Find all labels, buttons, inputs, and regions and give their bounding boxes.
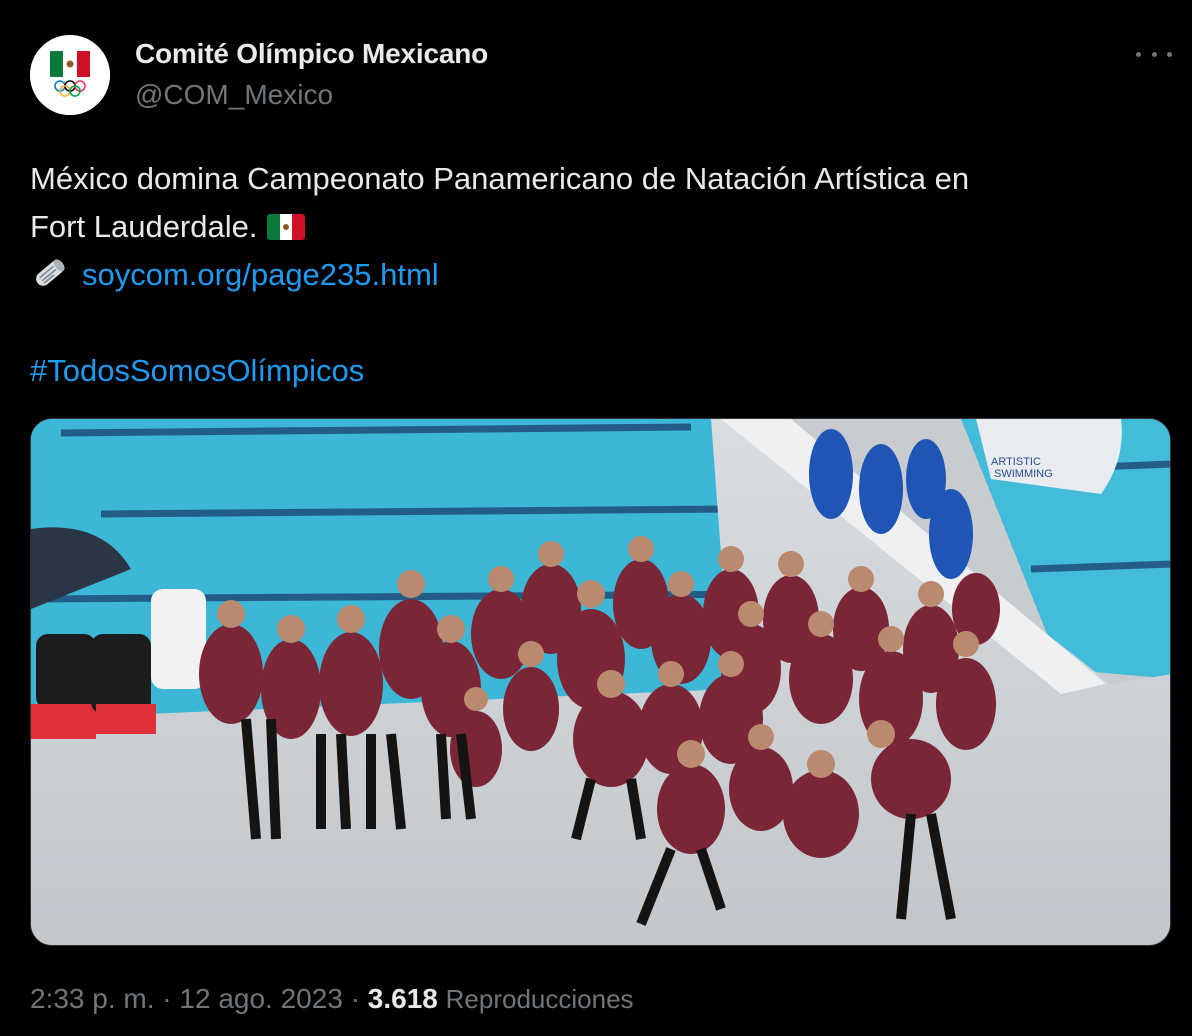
hashtag-link[interactable]: #TodosSomosOlímpicos (30, 353, 364, 388)
tweet-photo[interactable]: ARTISTIC SWIMMING (30, 418, 1171, 946)
dot (1136, 51, 1141, 57)
tweet-time[interactable]: 2:33 p. m. (30, 983, 155, 1014)
tweet-line-1: México domina Campeonato Panamericano de… (30, 161, 970, 196)
tweet-line-2: Fort Lauderdale. (30, 203, 1170, 251)
tweet-line-2-text: Fort Lauderdale. (30, 209, 258, 244)
banner-text-2: SWIMMING (994, 468, 1053, 480)
author-name[interactable]: Comité Olímpico Mexicano (135, 38, 488, 70)
team-photo-illustration: ARTISTIC SWIMMING (31, 419, 1170, 945)
tweet-line-3: soycom.org/page235.html (30, 251, 1170, 299)
more-options-icon[interactable] (1136, 40, 1172, 68)
tweet-text: México domina Campeonato Panamericano de… (30, 155, 1170, 395)
newspaper-roll-icon (30, 253, 70, 293)
dot (1151, 51, 1157, 57)
article-link[interactable]: soycom.org/page235.html (82, 257, 439, 292)
separator: · (162, 983, 172, 1014)
author-handle[interactable]: @COM_Mexico (135, 79, 333, 111)
avatar[interactable] (30, 35, 110, 115)
tweet-meta: 2:33 p. m. · 12 ago. 2023 · 3.618 Reprod… (30, 983, 634, 1015)
banner-text-1: ARTISTIC (991, 456, 1041, 468)
tweet-line-5: #TodosSomosOlímpicos (30, 347, 1170, 395)
tweet-date[interactable]: 12 ago. 2023 (179, 983, 343, 1014)
views-label: Reproducciones (445, 984, 634, 1014)
separator: · (350, 983, 361, 1014)
mexico-flag-icon (267, 214, 306, 240)
dot (1167, 51, 1172, 57)
views-count: 3.618 (367, 983, 438, 1014)
mexico-olympic-committee-logo-icon (30, 35, 110, 115)
